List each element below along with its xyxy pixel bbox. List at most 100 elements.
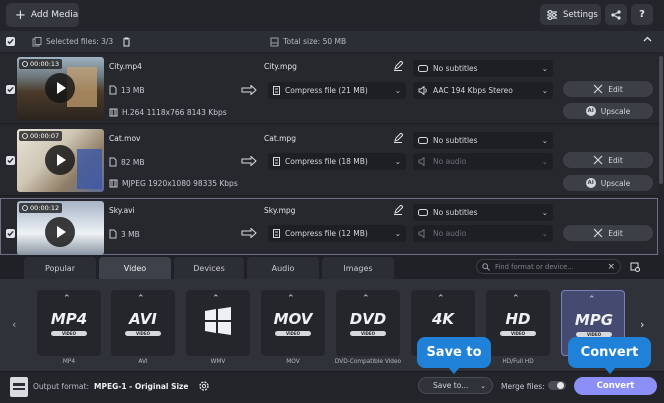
- tab-devices[interactable]: Devices: [174, 257, 244, 279]
- file-checkbox[interactable]: [6, 85, 15, 94]
- chevron-down-icon: ⌄: [480, 381, 486, 390]
- convert-tooltip: Convert: [568, 337, 651, 368]
- video-badge: VIDEO: [51, 331, 87, 336]
- windows-logo-icon: [205, 307, 231, 335]
- chevron-down-icon: ⌄: [541, 86, 548, 95]
- edit-button[interactable]: Edit: [563, 225, 653, 241]
- video-badge: VIDEO: [500, 331, 536, 336]
- storage-icon: [270, 37, 279, 46]
- save-to-button[interactable]: Save to... ⌄: [418, 377, 493, 394]
- rename-pencil-icon[interactable]: [393, 61, 403, 71]
- duration-badge: 00:00:13: [19, 59, 63, 69]
- output-format-label: Output format:: [33, 382, 89, 391]
- select-all-checkbox[interactable]: [6, 37, 15, 46]
- play-button[interactable]: [45, 73, 75, 103]
- format-avi[interactable]: ⌃ AVI VIDEO: [111, 290, 175, 356]
- help-label: ?: [639, 9, 645, 20]
- avi-logo: AVI: [129, 310, 157, 328]
- merge-files-label: Merge files:: [501, 382, 545, 391]
- tab-images[interactable]: Images: [322, 257, 394, 279]
- chevron-down-icon: ⌄: [541, 229, 548, 238]
- format-search-input[interactable]: Find format or device... ×: [476, 259, 621, 274]
- file-checkbox[interactable]: [6, 229, 15, 238]
- dvd-logo: DVD: [349, 310, 387, 328]
- chevron-down-icon: ⌄: [394, 86, 401, 95]
- chevron-up-icon: ⌃: [212, 294, 220, 304]
- video-thumbnail[interactable]: 00:00:13: [17, 57, 104, 120]
- format-dvd[interactable]: ⌃ DVD VIDEO: [336, 290, 400, 356]
- audio-dropdown[interactable]: AAC 194 Kbps Stereo ⌄: [413, 82, 553, 99]
- format-label: WMV: [210, 359, 226, 365]
- format-settings-icon[interactable]: [627, 259, 643, 274]
- file-icon: [109, 85, 117, 95]
- 4k-logo: 4K: [431, 310, 455, 328]
- subtitles-dropdown[interactable]: No subtitles ⌄: [413, 132, 553, 149]
- format-wmv[interactable]: ⌃: [186, 290, 250, 356]
- compress-dropdown[interactable]: Compress file (12 MB) ⌄: [268, 225, 406, 242]
- check-icon: [7, 38, 14, 45]
- check-icon: [7, 230, 14, 237]
- rename-pencil-icon[interactable]: [393, 205, 403, 215]
- save-to-tooltip: Save to: [417, 337, 491, 368]
- selected-files-text: Selected files: 3/3: [46, 37, 114, 46]
- chevron-down-icon: ⌄: [394, 229, 401, 238]
- output-file-name[interactable]: City.mpg: [264, 62, 297, 71]
- edit-button[interactable]: Edit: [563, 152, 653, 168]
- subtitles-dropdown[interactable]: No subtitles ⌄: [413, 204, 553, 221]
- format-label: DVD-Compatible Video: [334, 359, 402, 365]
- share-icon: [611, 9, 621, 20]
- subtitles-dropdown[interactable]: No subtitles ⌄: [413, 60, 553, 77]
- trash-icon[interactable]: [122, 37, 131, 47]
- scissors-icon: [593, 84, 603, 94]
- compress-dropdown[interactable]: Compress file (18 MB) ⌄: [268, 153, 406, 170]
- help-button[interactable]: ?: [631, 4, 653, 25]
- convert-button[interactable]: Convert: [574, 377, 657, 395]
- tab-video[interactable]: Video: [99, 257, 171, 279]
- video-thumbnail[interactable]: 00:00:07: [17, 129, 104, 192]
- output-file-name[interactable]: Cat.mpg: [264, 134, 296, 143]
- compress-dropdown[interactable]: Compress file (21 MB) ⌄: [268, 82, 406, 99]
- source-file-name: City.mp4: [109, 62, 142, 71]
- chevron-up-icon: ⌃: [588, 295, 596, 305]
- convert-arrow-icon: [241, 85, 257, 95]
- codec-info: H.264 1118x766 8143 Kbps: [109, 108, 227, 117]
- output-file-name[interactable]: Sky.mpg: [264, 206, 295, 215]
- collapse-chevron-icon[interactable]: [643, 36, 652, 42]
- source-file-name: Sky.avi: [109, 206, 135, 215]
- chevron-up-icon: ⌃: [63, 294, 71, 304]
- upscale-button[interactable]: AI Upscale: [563, 175, 653, 191]
- compress-icon: [273, 157, 280, 166]
- format-mov[interactable]: ⌃ MOV VIDEO: [261, 290, 325, 356]
- subtitle-icon: [418, 64, 428, 72]
- video-thumbnail[interactable]: 00:00:12: [17, 201, 104, 255]
- play-button[interactable]: [45, 217, 75, 247]
- format-hd[interactable]: ⌃ HD VIDEO: [486, 290, 550, 356]
- upscale-button[interactable]: AI Upscale: [563, 103, 653, 119]
- edit-button[interactable]: Edit: [563, 81, 653, 97]
- mp4-logo: MP4: [50, 310, 88, 328]
- tab-popular[interactable]: Popular: [24, 257, 96, 279]
- tooltip-arrow: [448, 367, 460, 374]
- file-checkbox[interactable]: [6, 156, 15, 165]
- film-icon: [109, 108, 118, 117]
- scroll-left-chevron-icon[interactable]: ‹: [12, 318, 16, 331]
- file-list-scrollbar[interactable]: [659, 56, 663, 184]
- scroll-right-chevron-icon[interactable]: ›: [640, 318, 644, 331]
- output-format-icon: [10, 377, 28, 397]
- rename-pencil-icon[interactable]: [393, 133, 403, 143]
- settings-button[interactable]: Settings: [540, 4, 601, 25]
- files-icon: [32, 36, 42, 46]
- chevron-down-icon: ⌄: [541, 208, 548, 217]
- add-media-button[interactable]: + Add Media: [6, 3, 79, 27]
- play-button[interactable]: [45, 145, 75, 175]
- merge-files-toggle[interactable]: [548, 381, 566, 390]
- clear-search-icon[interactable]: ×: [607, 262, 615, 272]
- file-icon: [109, 157, 117, 167]
- subtitle-icon: [418, 136, 428, 144]
- tab-audio[interactable]: Audio: [247, 257, 319, 279]
- audio-dropdown: No audio ⌄: [413, 153, 553, 170]
- format-mp4[interactable]: ⌃ MP4 VIDEO: [37, 290, 101, 356]
- share-button[interactable]: [605, 4, 627, 25]
- clock-icon: [22, 133, 28, 139]
- gear-icon[interactable]: [198, 380, 210, 392]
